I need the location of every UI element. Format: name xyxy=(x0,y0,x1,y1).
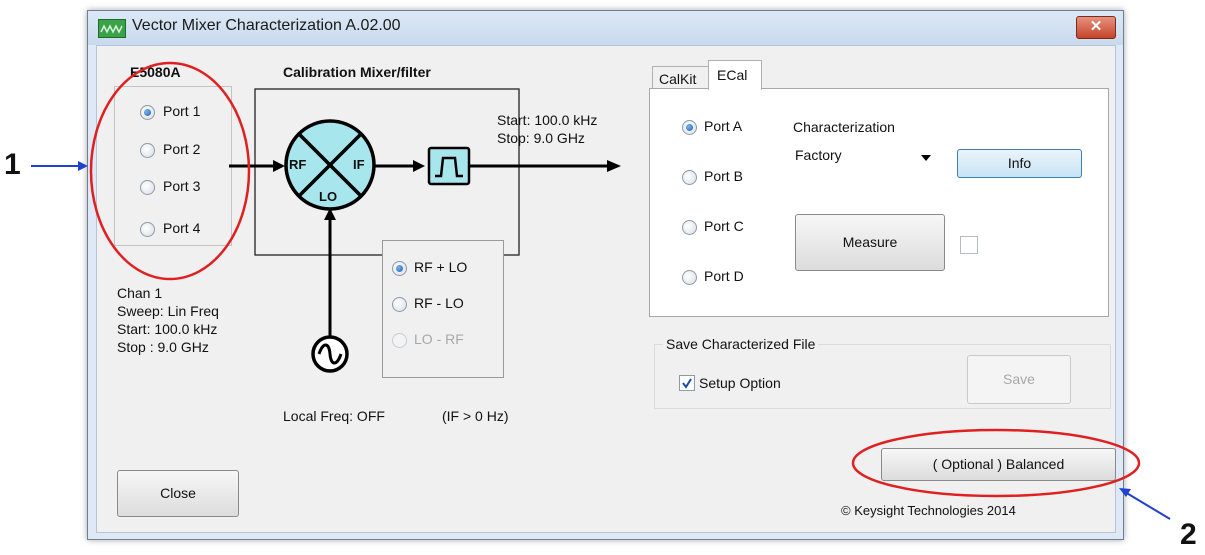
port-highlight-ellipse xyxy=(89,61,251,281)
annotation-marker-2: 2 xyxy=(1180,518,1197,551)
arrow-1-icon xyxy=(31,161,88,171)
annotation-marker-1: 1 xyxy=(4,148,21,181)
balanced-highlight-ellipse xyxy=(851,428,1141,498)
tab-ecal[interactable]: ECal xyxy=(708,60,762,90)
arrow-2-icon xyxy=(1119,488,1171,520)
annotation-overlay xyxy=(31,61,1171,520)
tab-ecal-label: ECal xyxy=(717,67,748,83)
